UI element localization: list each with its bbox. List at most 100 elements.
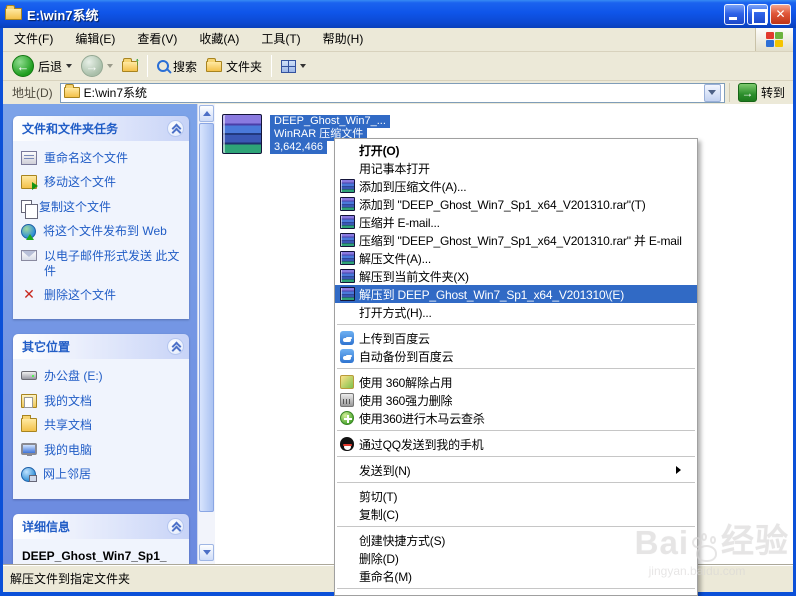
menu-item-compress-and-email[interactable]: 压缩并 E-mail... [335, 213, 697, 231]
360-shred-icon [338, 393, 356, 407]
chevron-up-icon[interactable] [167, 120, 184, 137]
menu-item-delete[interactable]: 删除(D) [335, 549, 697, 567]
scrollbar-thumb[interactable] [199, 123, 214, 512]
task-delete-file[interactable]: ✕ 删除这个文件 [21, 287, 183, 302]
menu-item-autobackup-baidu-cloud[interactable]: 自动备份到百度云 [335, 347, 697, 365]
task-email-file[interactable]: 以电子邮件形式发送 此文件 [21, 248, 183, 278]
menu-item-compress-to-named-and-email[interactable]: 压缩到 "DEEP_Ghost_Win7_Sp1_x64_V201310.rar… [335, 231, 697, 249]
drive-icon [21, 371, 37, 381]
task-rename-file[interactable]: 重命名这个文件 [21, 150, 183, 165]
panel-details: 详细信息 DEEP_Ghost_Win7_Sp1_ WinRAR 压缩文件 修改… [13, 513, 189, 564]
go-button[interactable]: → 转到 [728, 83, 791, 102]
folders-label: 文件夹 [226, 59, 263, 74]
submenu-arrow-icon [676, 466, 681, 474]
menu-item-extract-here[interactable]: 解压到当前文件夹(X) [335, 267, 697, 285]
menu-favorites[interactable]: 收藏(A) [188, 28, 250, 51]
menu-item-open-with-notepad[interactable]: 用记事本打开 [335, 159, 697, 177]
menu-item-extract-files[interactable]: 解压文件(A)... [335, 249, 697, 267]
winrar-icon [338, 269, 356, 283]
menu-item-360-unlock[interactable]: 使用 360解除占用 [335, 373, 697, 391]
menu-item-360-trojan-scan[interactable]: 使用360进行木马云查杀 [335, 409, 697, 427]
menu-separator [337, 368, 695, 369]
address-value[interactable]: E:\win7系统 [84, 84, 700, 101]
qq-icon [338, 437, 356, 451]
task-move-file[interactable]: 移动这个文件 [21, 174, 183, 191]
menu-help[interactable]: 帮助(H) [312, 28, 375, 51]
menu-item-cut[interactable]: 剪切(T) [335, 487, 697, 505]
shared-documents-icon [21, 415, 37, 433]
forward-dropdown-icon[interactable] [107, 64, 114, 68]
menu-separator [337, 526, 695, 527]
menu-file[interactable]: 文件(F) [3, 28, 64, 51]
place-shared-documents[interactable]: 共享文档 [21, 415, 183, 433]
minimize-button[interactable] [724, 3, 745, 25]
panel-details-header[interactable]: 详细信息 [13, 513, 189, 539]
address-label: 地址(D) [12, 86, 53, 100]
folders-button[interactable]: 文件夹 [203, 53, 265, 79]
back-label: 后退 [38, 59, 63, 74]
panel-file-tasks-header[interactable]: 文件和文件夹任务 [13, 116, 189, 141]
views-dropdown-icon[interactable] [300, 64, 307, 68]
my-documents-icon [21, 393, 37, 408]
chevron-up-icon[interactable] [167, 338, 184, 356]
address-dropdown-button[interactable] [703, 83, 721, 102]
place-my-computer[interactable]: 我的电脑 [21, 442, 183, 457]
panel-details-body: DEEP_Ghost_Win7_Sp1_ WinRAR 压缩文件 修改日期: 2… [13, 538, 189, 564]
search-button[interactable]: 搜索 [154, 53, 200, 79]
back-button[interactable]: ← 后退 [9, 53, 75, 79]
delete-icon: ✕ [23, 285, 35, 302]
baidu-cloud-icon [338, 349, 356, 363]
move-icon [21, 175, 38, 191]
place-my-documents[interactable]: 我的文档 [21, 393, 183, 408]
task-copy-file[interactable]: 复制这个文件 [21, 199, 183, 219]
address-input[interactable]: E:\win7系统 [59, 82, 725, 103]
menu-item-add-to-archive[interactable]: 添加到压缩文件(A)... [335, 177, 697, 195]
panel-file-tasks: 文件和文件夹任务 重命名这个文件 移动这个文件 复制这个文件 将这个文件发布到 … [13, 116, 189, 320]
winrar-icon [338, 251, 356, 265]
arrow-up-icon [202, 111, 211, 116]
menu-separator [337, 430, 695, 431]
close-button[interactable]: ✕ [770, 3, 791, 25]
toolbar-separator [147, 55, 149, 77]
menu-item-open-with[interactable]: 打开方式(H)... [335, 303, 697, 321]
up-button[interactable]: ↑ [119, 53, 141, 79]
copy-icon [21, 199, 38, 219]
menu-separator [337, 482, 695, 483]
go-icon: → [737, 83, 757, 102]
menu-item-upload-baidu-cloud[interactable]: 上传到百度云 [335, 329, 697, 347]
menu-item-send-to[interactable]: 发送到(N) [335, 461, 697, 479]
menu-item-rename[interactable]: 重命名(M) [335, 567, 697, 585]
scroll-down-button[interactable] [199, 544, 214, 561]
file-name: DEEP_Ghost_Win7_... [272, 115, 388, 128]
folders-icon [206, 57, 223, 72]
window-folder-icon [5, 5, 22, 20]
details-file-name: DEEP_Ghost_Win7_Sp1_ [22, 548, 167, 563]
context-menu: 打开(O) 用记事本打开 添加到压缩文件(A)... 添加到 "DEEP_Gho… [334, 138, 698, 596]
panel-title: 详细信息 [22, 519, 71, 534]
forward-button[interactable]: → [78, 53, 116, 79]
menu-item-copy[interactable]: 复制(C) [335, 505, 697, 523]
menu-item-add-to-named-archive[interactable]: 添加到 "DEEP_Ghost_Win7_Sp1_x64_V201310.rar… [335, 195, 697, 213]
task-pane: 文件和文件夹任务 重命名这个文件 移动这个文件 复制这个文件 将这个文件发布到 … [3, 104, 197, 564]
menu-edit[interactable]: 编辑(E) [64, 28, 126, 51]
menu-item-qq-send-to-phone[interactable]: 通过QQ发送到我的手机 [335, 435, 697, 453]
task-publish-file[interactable]: 将这个文件发布到 Web [21, 223, 183, 241]
panel-other-places-header[interactable]: 其它位置 [13, 334, 189, 360]
menu-item-open[interactable]: 打开(O) [335, 141, 697, 159]
scroll-up-button[interactable] [199, 105, 214, 122]
chevron-up-icon[interactable] [167, 517, 184, 535]
menu-view[interactable]: 查看(V) [126, 28, 188, 51]
back-dropdown-icon[interactable] [66, 64, 73, 68]
menu-item-create-shortcut[interactable]: 创建快捷方式(S) [335, 531, 697, 549]
menu-item-extract-to-folder[interactable]: 解压到 DEEP_Ghost_Win7_Sp1_x64_V201310\(E) [335, 285, 697, 303]
place-network[interactable]: 网上邻居 [21, 466, 183, 482]
views-button[interactable] [278, 53, 309, 79]
place-office-drive[interactable]: 办公盘 (E:) [21, 368, 183, 383]
360-unlock-icon [338, 375, 356, 389]
menu-item-360-force-delete[interactable]: 使用 360强力删除 [335, 391, 697, 409]
winrar-icon [338, 233, 356, 247]
sidebar-scrollbar[interactable] [197, 104, 215, 564]
maximize-button[interactable] [747, 3, 768, 25]
menu-bar: 文件(F) 编辑(E) 查看(V) 收藏(A) 工具(T) 帮助(H) [3, 28, 793, 52]
menu-tools[interactable]: 工具(T) [250, 28, 311, 51]
